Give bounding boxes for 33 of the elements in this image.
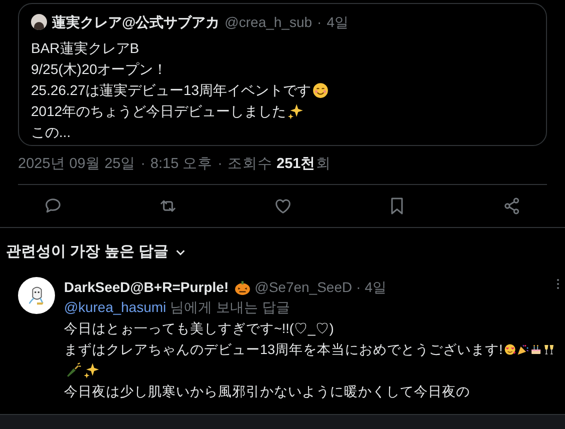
share-icon[interactable] [502,196,522,216]
post-date: 2025년 09월 25일 [18,155,136,174]
sparkles-icon [287,103,304,120]
avatar [31,14,47,30]
post-age: 4일 [326,12,349,32]
post-text: 今日夜は少し肌寒いから風邪引かないように暖かくして今日夜の [64,383,470,401]
sparkles-icon [83,362,100,379]
quoted-post-card[interactable]: 蓮実クレア@公式サブアカ @crea_h_sub · 4일 BAR蓮実クレアB 9/25(木)20オープン！ 25.26.27は蓮実デビュー13周年イベントです 2012年のちょうど今日デビューしました この... [18,3,547,146]
pumpkin-icon [234,278,251,296]
mention-link[interactable]: @kurea_hasumi [64,297,166,318]
post-age: 4일 [364,278,387,296]
avatar [18,277,55,314]
separator: · [218,155,223,174]
post-text: 25.26.27は蓮実デビュー13周年イベントです [31,81,312,100]
post-time: 8:15 오후 [150,155,213,174]
sort-dropdown[interactable]: 관련성이 가장 높은 답글 [6,241,186,263]
post-text: まずはクレアちゃんのデビュー13周年を本当におめでとうございます! [64,341,503,359]
post-text: この... [31,123,71,142]
separator: · [317,12,322,32]
post-text: 9/25(木)20オープン！ [31,60,168,79]
author-name: DarkSeeD@B+R=Purple! [64,278,229,297]
author-name: 蓮実クレア@公式サブアカ [52,12,220,32]
post-text: 2012年のちょうど今日デビューしました [31,102,286,121]
view-count: 조회수 251천 회 [228,155,331,174]
separator: · [140,155,146,174]
author-handle: @Se7en_SeeD [254,278,352,297]
post-text: BAR蓮実クレアB [31,39,140,58]
author-handle: @crea_h_sub [224,12,312,32]
bottle-icon [65,362,82,379]
separator: · [356,278,361,296]
smiling-face-icon [312,82,330,99]
post-text: 今日はとぉ一っても美しすぎです~!!(♡_♡) [64,320,334,338]
reply-context: 님에게 보내는 답글 [170,298,290,317]
